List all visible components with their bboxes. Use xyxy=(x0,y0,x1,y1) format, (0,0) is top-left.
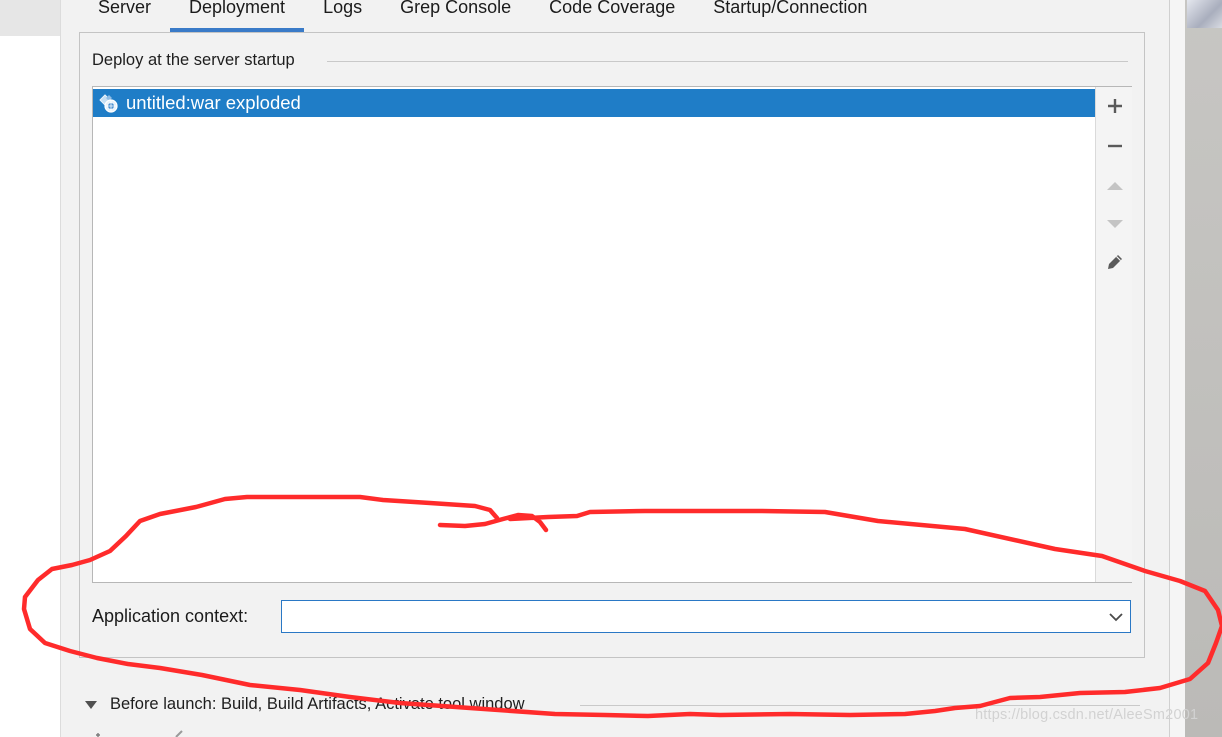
background-desktop xyxy=(1185,0,1222,737)
tab-logs[interactable]: Logs xyxy=(304,0,381,32)
arrow-up-icon xyxy=(1107,182,1123,190)
tab-startup-connection[interactable]: Startup/Connection xyxy=(694,0,886,32)
triangle-down-icon xyxy=(85,700,97,709)
tab-code-coverage[interactable]: Code Coverage xyxy=(530,0,694,32)
list-item-label: untitled:war exploded xyxy=(126,92,301,113)
dialog-right-edge xyxy=(1169,0,1186,737)
list-toolbar xyxy=(1095,87,1132,582)
background-window xyxy=(0,0,60,737)
deploy-artifact-list[interactable]: untitled:war exploded xyxy=(92,86,1132,583)
application-context-label: Application context: xyxy=(92,606,249,626)
tab-deployment[interactable]: Deployment xyxy=(170,0,305,32)
tab-grep-console[interactable]: Grep Console xyxy=(381,0,530,32)
arrow-down-icon xyxy=(1107,220,1123,228)
remove-button[interactable] xyxy=(1104,135,1126,157)
artifact-icon xyxy=(99,94,118,113)
pencil-icon xyxy=(1108,255,1122,269)
application-context-combobox[interactable] xyxy=(281,600,1131,633)
background-window-band xyxy=(0,0,60,36)
chevron-down-icon[interactable] xyxy=(1108,610,1124,624)
config-tabs: Server Deployment Logs Grep Console Code… xyxy=(79,0,886,32)
move-up-button[interactable] xyxy=(1104,175,1126,197)
add-button[interactable] xyxy=(1104,95,1126,117)
move-down-button[interactable] xyxy=(1104,213,1126,235)
before-launch-toggle[interactable]: Before launch: Build, Build Artifacts, A… xyxy=(84,695,525,714)
section-divider xyxy=(327,61,1128,62)
before-launch-divider xyxy=(580,705,1140,706)
before-launch-label: Before launch: Build, Build Artifacts, A… xyxy=(110,695,525,713)
tab-server[interactable]: Server xyxy=(79,0,170,32)
watermark: https://blog.csdn.net/AleeSm2001 xyxy=(975,707,1199,723)
section-title: Deploy at the server startup xyxy=(92,51,303,70)
list-item[interactable]: untitled:war exploded xyxy=(93,89,1095,117)
plus-icon xyxy=(1108,99,1122,113)
edit-button[interactable] xyxy=(1104,251,1126,273)
before-launch-toolbar-icons[interactable] xyxy=(92,730,212,737)
desktop-thumbnail xyxy=(1187,0,1222,28)
application-context-input[interactable] xyxy=(286,604,1090,631)
minus-icon xyxy=(1108,144,1122,148)
